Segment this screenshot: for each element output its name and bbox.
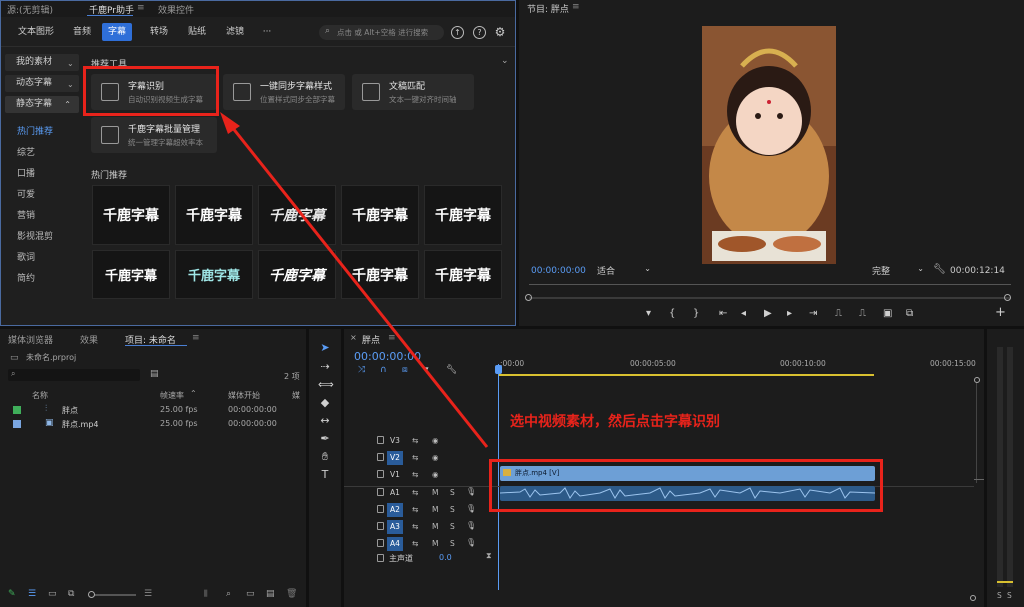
annotation-arrow	[220, 112, 489, 448]
meter-bar-right	[1007, 347, 1013, 587]
solo-left-label[interactable]: S	[997, 591, 1002, 600]
meter-peak	[997, 581, 1013, 583]
audio-meter: S S	[987, 329, 1024, 607]
solo-right-label[interactable]: S	[1007, 591, 1012, 600]
meter-bar-left	[997, 347, 1003, 587]
